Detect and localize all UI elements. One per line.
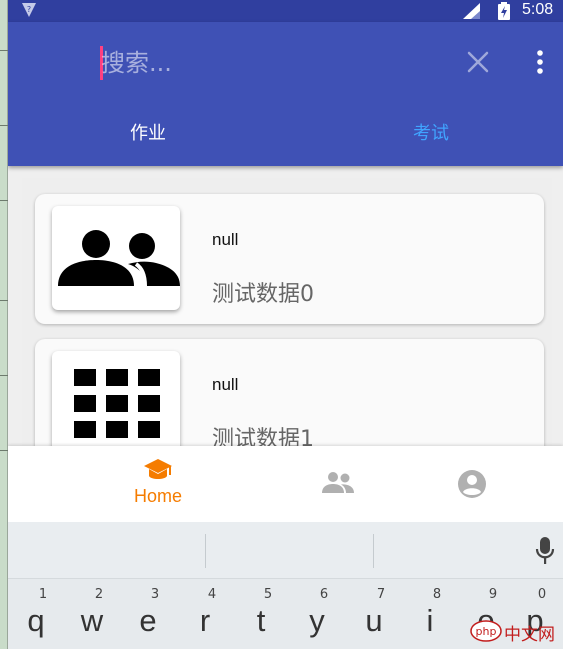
search-input[interactable] bbox=[101, 43, 441, 83]
suggestion-strip bbox=[8, 522, 563, 579]
school-icon bbox=[144, 459, 172, 479]
list-item[interactable]: null 测试数据0 bbox=[35, 194, 544, 324]
status-bar: ? 5:08 bbox=[8, 0, 563, 22]
group-icon bbox=[322, 472, 354, 493]
key-i[interactable]: 8i bbox=[402, 579, 458, 649]
status-time: 5:08 bbox=[522, 1, 554, 18]
suggestion-divider bbox=[205, 534, 206, 568]
battery-charging-icon bbox=[498, 2, 510, 20]
nav-profile[interactable] bbox=[443, 446, 503, 522]
more-vert-icon[interactable] bbox=[532, 48, 548, 78]
desktop-edge bbox=[0, 0, 8, 649]
app-bar: 作业 考试 bbox=[8, 22, 563, 166]
grid-icon bbox=[74, 369, 160, 438]
app-window: ? 5:08 作业 考试 bbox=[8, 0, 563, 649]
site-watermark: php 中文网 bbox=[470, 612, 563, 649]
watermark-text: 中文网 bbox=[504, 625, 555, 645]
nav-home-label: Home bbox=[133, 486, 182, 506]
list-item[interactable]: null 测试数据1 bbox=[35, 339, 544, 446]
suggestion-divider bbox=[373, 534, 374, 568]
tab-homework[interactable]: 作业 bbox=[108, 114, 188, 154]
bottom-navigation: Home bbox=[8, 446, 563, 522]
group-icon bbox=[58, 230, 180, 287]
microphone-icon[interactable] bbox=[535, 536, 555, 566]
account-circle-icon bbox=[458, 470, 486, 498]
nav-home[interactable]: Home bbox=[103, 446, 213, 522]
card-title: null bbox=[212, 375, 239, 394]
card-title: null bbox=[212, 230, 239, 249]
close-icon[interactable] bbox=[463, 47, 493, 77]
key-t[interactable]: 5t bbox=[233, 579, 289, 649]
card-thumbnail bbox=[52, 351, 180, 446]
card-list[interactable]: null 测试数据0 null 测试数据1 bbox=[22, 178, 552, 446]
nav-group[interactable] bbox=[308, 446, 368, 522]
key-w[interactable]: 2w bbox=[64, 579, 120, 649]
key-q[interactable]: 1q bbox=[8, 579, 64, 649]
card-description: 测试数据1 bbox=[212, 427, 314, 446]
notification-icon: ? bbox=[22, 3, 36, 17]
tab-exam[interactable]: 考试 bbox=[391, 114, 471, 154]
key-e[interactable]: 3e bbox=[120, 579, 176, 649]
svg-text:php: php bbox=[476, 625, 497, 638]
php-logo-icon: php bbox=[470, 620, 502, 642]
signal-icon bbox=[463, 3, 480, 19]
notification-badge: ? bbox=[27, 5, 31, 14]
key-u[interactable]: 7u bbox=[346, 579, 402, 649]
card-thumbnail bbox=[52, 206, 180, 310]
key-y[interactable]: 6y bbox=[289, 579, 345, 649]
key-r[interactable]: 4r bbox=[177, 579, 233, 649]
card-description: 测试数据0 bbox=[212, 282, 314, 307]
